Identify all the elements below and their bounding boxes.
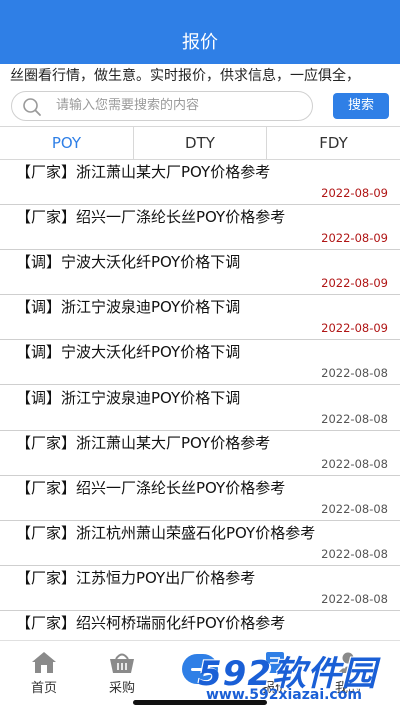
home-indicator — [133, 700, 267, 705]
item-title: 【厂家】浙江萧山某大厂POY价格参考 — [16, 163, 271, 181]
app-header: 报价 — [0, 0, 400, 64]
tab-poy[interactable]: POY — [0, 127, 133, 159]
tabbar-label: 首页 — [30, 681, 57, 696]
search-bar: 请输入您需要搜索的内容 搜索 — [0, 88, 400, 124]
item-title: 【调】宁波大沃化纤POY价格下调 — [16, 343, 241, 361]
list-item[interactable]: 【厂家】浙江萧山某大厂POY价格参考 2022-08-08 — [0, 431, 400, 476]
item-date: 2022-08-08 — [321, 457, 388, 471]
basket-icon — [110, 653, 134, 673]
home-icon — [32, 652, 56, 673]
search-placeholder: 请输入您需要搜索的内容 — [56, 98, 200, 113]
quote-list: 【厂家】浙江萧山某大厂POY价格参考 2022-08-09 【厂家】绍兴一厂涤纶… — [0, 160, 400, 640]
list-item[interactable]: 【调】浙江宁波泉迪POY价格下调 2022-08-09 — [0, 295, 400, 340]
list-item[interactable]: 【厂家】江苏恒力POY出厂价格参考 2022-08-08 — [0, 566, 400, 611]
item-title: 【厂家】绍兴柯桥瑞丽化纤POY价格参考 — [16, 614, 286, 632]
item-title: 【厂家】浙江萧山某大厂POY价格参考 — [16, 434, 271, 452]
list-item[interactable]: 【厂家】浙江杭州萧山荣盛石化POY价格参考 2022-08-08 — [0, 521, 400, 566]
category-tabs: POY DTY FDY — [0, 126, 400, 160]
tabbar-label: 采购 — [108, 681, 135, 696]
tab-fdy[interactable]: FDY — [267, 127, 400, 159]
tabbar-home[interactable]: 首页 — [14, 649, 74, 696]
marquee-text: 丝圈看行情，做生意。实时报价，供求信息，一应俱全， — [10, 68, 360, 84]
list-item[interactable]: 【厂家】绍兴柯桥瑞丽化纤POY价格参考 — [0, 611, 400, 640]
list-item[interactable]: 【厂家】绍兴一厂涤纶长丝POY价格参考 2022-08-08 — [0, 476, 400, 521]
list-item[interactable]: 【厂家】浙江萧山某大厂POY价格参考 2022-08-09 — [0, 160, 400, 205]
item-date: 2022-08-08 — [321, 366, 388, 380]
search-button[interactable]: 搜索 — [333, 93, 389, 119]
item-date: 2022-08-08 — [321, 592, 388, 606]
item-title: 【厂家】绍兴一厂涤纶长丝POY价格参考 — [16, 208, 286, 226]
tab-dty[interactable]: DTY — [133, 127, 267, 159]
item-date: 2022-08-09 — [321, 186, 388, 200]
item-title: 【厂家】江苏恒力POY出厂价格参考 — [16, 569, 256, 587]
item-date: 2022-08-09 — [321, 321, 388, 335]
list-item[interactable]: 【调】宁波大沃化纤POY价格下调 2022-08-09 — [0, 250, 400, 295]
announcement-marquee: 丝圈看行情，做生意。实时报价，供求信息，一应俱全， — [0, 64, 400, 88]
tabbar-purchase[interactable]: 采购 — [92, 649, 152, 696]
item-date: 2022-08-08 — [321, 412, 388, 426]
list-item[interactable]: 【厂家】绍兴一厂涤纶长丝POY价格参考 2022-08-09 — [0, 205, 400, 250]
page-title: 报价 — [182, 32, 218, 53]
watermark-logo: 592软件园 www.592xiazai.com — [196, 638, 392, 708]
item-title: 【厂家】绍兴一厂涤纶长丝POY价格参考 — [16, 479, 286, 497]
search-input[interactable]: 请输入您需要搜索的内容 — [11, 91, 313, 121]
list-item[interactable]: 【调】浙江宁波泉迪POY价格下调 2022-08-08 — [0, 386, 400, 431]
item-title: 【厂家】浙江杭州萧山荣盛石化POY价格参考 — [16, 524, 316, 542]
list-item[interactable]: 【调】宁波大沃化纤POY价格下调 2022-08-08 — [0, 340, 400, 385]
item-date: 2022-08-08 — [321, 502, 388, 516]
search-icon — [23, 98, 41, 116]
item-date: 2022-08-09 — [321, 276, 388, 290]
item-title: 【调】浙江宁波泉迪POY价格下调 — [16, 298, 241, 316]
item-title: 【调】宁波大沃化纤POY价格下调 — [16, 253, 241, 271]
item-title: 【调】浙江宁波泉迪POY价格下调 — [16, 389, 241, 407]
item-date: 2022-08-08 — [321, 547, 388, 561]
item-date: 2022-08-09 — [321, 231, 388, 245]
